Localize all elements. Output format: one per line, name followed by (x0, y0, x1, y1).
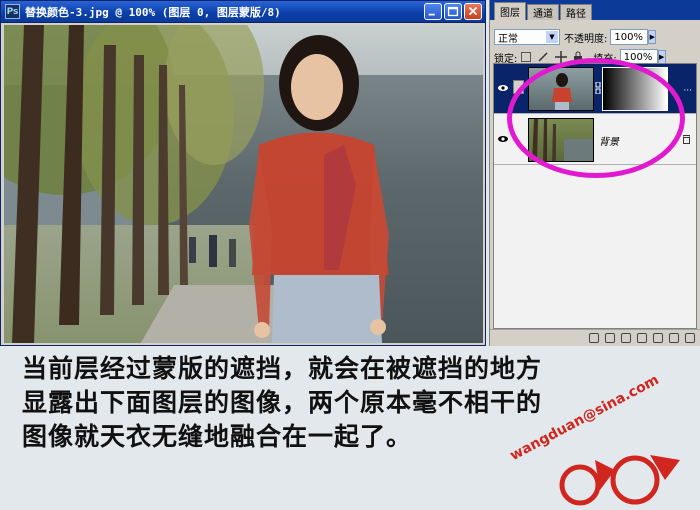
tab-channels[interactable]: 通道 (527, 4, 559, 20)
opacity-slider-arrow-icon[interactable]: ▶ (648, 30, 657, 44)
maximize-icon[interactable] (444, 3, 462, 20)
layer-row-background[interactable]: 背景 (494, 115, 696, 165)
close-icon[interactable] (464, 3, 482, 20)
layer-style-icon[interactable] (605, 333, 615, 343)
tab-layers[interactable]: 图层 (494, 2, 526, 20)
layer-mask-thumbnail[interactable] (602, 67, 668, 111)
eye-icon[interactable] (497, 82, 509, 94)
adjustment-layer-icon[interactable] (637, 333, 647, 343)
lock-transparency-icon[interactable] (521, 52, 532, 62)
fill-slider-arrow-icon[interactable]: ▶ (657, 50, 666, 64)
tab-paths[interactable]: 路径 (560, 4, 592, 20)
fill-value: 100% (623, 51, 653, 63)
lock-position-icon[interactable] (555, 51, 568, 63)
link-layers-icon[interactable] (589, 333, 599, 343)
minimize-icon[interactable] (424, 3, 442, 20)
document-title: 替换颜色-3.jpg @ 100% (图层 0, 图层蒙版/8) (25, 5, 281, 19)
layer-name-background: 背景 (599, 137, 619, 148)
watermark-logo (559, 455, 680, 506)
opacity-label: 不透明度: (564, 33, 608, 45)
blend-opacity-row: 正常 ▼ 不透明度: 100% ▶ (494, 29, 657, 45)
opacity-input[interactable]: 100% (610, 29, 649, 45)
opacity-value: 100% (614, 31, 643, 43)
woman-figure (249, 35, 389, 343)
background-thumbnail[interactable] (528, 118, 594, 162)
add-mask-icon[interactable] (621, 333, 631, 343)
lock-icon (683, 135, 690, 144)
panel-footer (490, 329, 700, 346)
brush-indicator-icon (513, 80, 524, 94)
more-icon: ··· (683, 86, 692, 96)
layer-row-masked[interactable]: ··· (494, 64, 696, 114)
lock-all-icon[interactable] (573, 51, 583, 63)
layer-thumbnail[interactable] (528, 67, 594, 111)
trash-icon[interactable] (685, 333, 695, 343)
lock-pixels-icon[interactable] (537, 51, 549, 63)
link-chain-icon[interactable] (595, 82, 601, 94)
blend-mode-select[interactable]: 正常 ▼ (494, 29, 560, 45)
new-group-icon[interactable] (653, 333, 663, 343)
eye-icon[interactable] (497, 133, 509, 145)
layers-panel: 图层 通道 路径 正常 ▼ 不透明度: 100% ▶ 锁定: 填充: 100% … (489, 0, 700, 346)
image-canvas[interactable] (4, 25, 483, 343)
caption-line-1: 当前层经过蒙版的遮挡，就会在被遮挡的地方 (22, 354, 543, 383)
document-window: Ps 替换颜色-3.jpg @ 100% (图层 0, 图层蒙版/8) (0, 0, 486, 346)
title-bar[interactable]: Ps 替换颜色-3.jpg @ 100% (图层 0, 图层蒙版/8) (1, 1, 485, 23)
panel-tabs: 图层 通道 路径 (490, 0, 700, 20)
caption: 当前层经过蒙版的遮挡，就会在被遮挡的地方 显露出下面图层的图像，两个原本毫不相干… (22, 352, 682, 454)
chevron-down-icon: ▼ (546, 31, 558, 43)
blend-mode-value: 正常 (498, 33, 518, 45)
new-layer-icon[interactable] (669, 333, 679, 343)
photoshop-icon: Ps (5, 4, 20, 19)
layers-list: ··· 背景 (493, 63, 697, 329)
